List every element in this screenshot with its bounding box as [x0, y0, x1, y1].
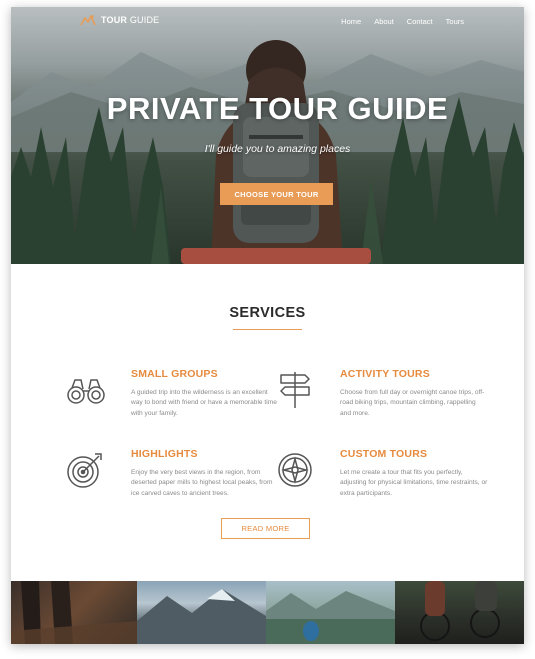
mountain-logo-icon	[80, 15, 96, 26]
bikers-photo-art	[420, 581, 500, 641]
mountains-photo-art	[137, 589, 266, 644]
highlights-text: Enjoy the very best views in the region,…	[131, 469, 273, 497]
main-nav: Home About Contact Tours	[341, 17, 464, 26]
signpost-icon	[280, 372, 310, 408]
binoculars-icon	[67, 379, 105, 404]
target-icon	[67, 453, 102, 488]
hero-subtitle: I'll guide you to amazing places	[204, 143, 351, 155]
page-frame: TOUR GUIDE Home About Contact Tours PRIV…	[11, 7, 524, 644]
gallery-photo-mountains[interactable]	[137, 581, 266, 644]
lake-photo-art	[266, 591, 395, 644]
nav-contact[interactable]: Contact	[407, 17, 433, 26]
services-title: SERVICES	[229, 305, 306, 321]
services-divider	[233, 329, 302, 330]
top-navbar: TOUR GUIDE Home About Contact Tours	[11, 7, 524, 37]
custom-tours-heading: CUSTOM TOURS	[340, 448, 428, 460]
activity-tours-heading: ACTIVITY TOURS	[340, 368, 430, 380]
photo-gallery-strip	[11, 581, 524, 644]
boots-photo-art	[11, 581, 137, 644]
nav-tours[interactable]: Tours	[446, 17, 464, 26]
choose-tour-button[interactable]: CHOOSE YOUR TOUR	[220, 183, 333, 205]
gallery-photo-lake[interactable]	[266, 581, 395, 644]
logo-text: TOUR GUIDE	[101, 15, 160, 25]
gallery-photo-bikers[interactable]	[395, 581, 524, 644]
highlights-heading: HIGHLIGHTS	[131, 448, 198, 460]
activity-tours-text: Choose from full day or overnight canoe …	[340, 389, 485, 417]
small-groups-text: A guided trip into the wilderness is an …	[131, 389, 277, 417]
hero-overlay	[11, 7, 524, 264]
small-groups-heading: SMALL GROUPS	[131, 368, 218, 380]
compass-icon	[278, 453, 312, 487]
hero-section: TOUR GUIDE Home About Contact Tours PRIV…	[11, 7, 524, 264]
logo[interactable]: TOUR GUIDE	[80, 14, 159, 26]
read-more-button[interactable]: READ MORE	[221, 518, 310, 539]
custom-tours-text: Let me create a tour that fits you perfe…	[340, 469, 488, 497]
gallery-photo-boots[interactable]	[11, 581, 137, 644]
nav-about[interactable]: About	[374, 17, 394, 26]
nav-home[interactable]: Home	[341, 17, 361, 26]
hero-title: PRIVATE TOUR GUIDE	[106, 91, 449, 126]
